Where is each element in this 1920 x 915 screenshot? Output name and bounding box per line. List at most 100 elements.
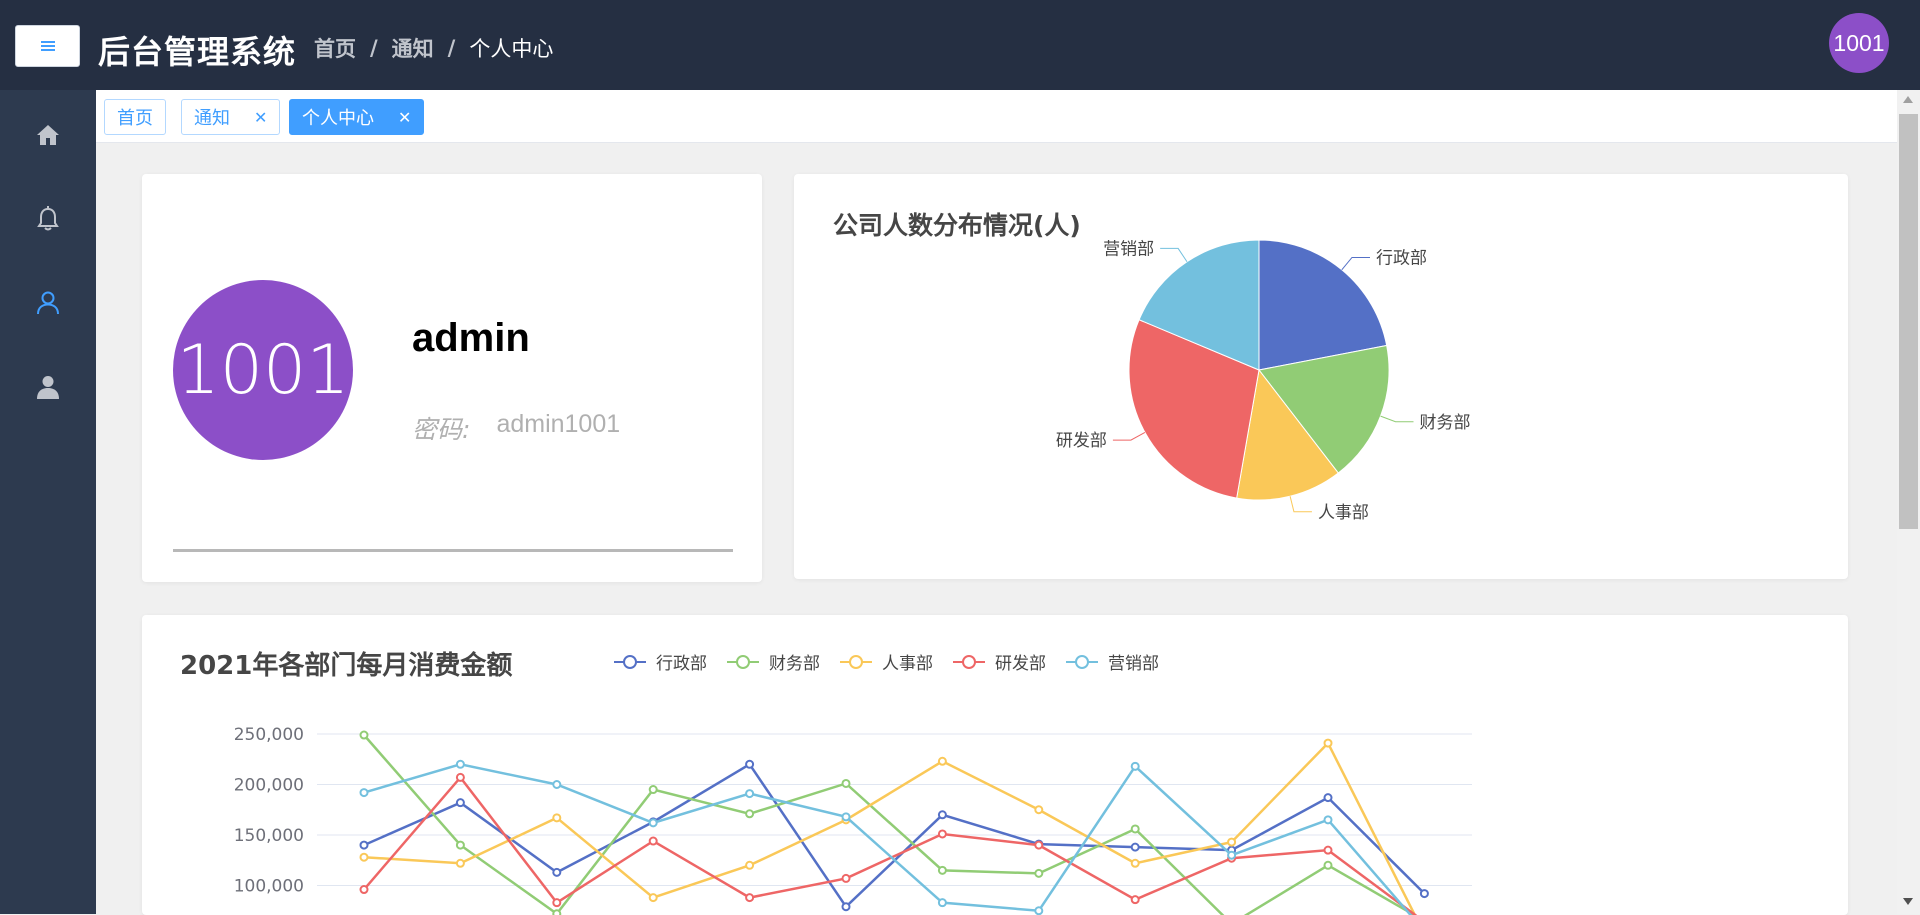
- data-point-hr-dept[interactable]: [648, 893, 658, 903]
- data-point-marketing-dept[interactable]: [841, 812, 851, 822]
- pie-label-line: [1112, 431, 1146, 441]
- page-scrollbar[interactable]: [1897, 90, 1920, 914]
- data-point-finance-dept[interactable]: [1323, 860, 1333, 870]
- data-point-rd-dept[interactable]: [937, 829, 947, 839]
- data-point-finance-dept[interactable]: [841, 778, 851, 788]
- data-point-rd-dept[interactable]: [455, 772, 465, 782]
- pie-label-line: [1160, 247, 1188, 263]
- tag-label: 首页: [117, 108, 153, 129]
- header-avatar[interactable]: 1001: [1829, 13, 1889, 73]
- breadcrumb-item-home[interactable]: 首页: [314, 33, 356, 63]
- close-icon[interactable]: ✕: [254, 108, 267, 127]
- bell-icon: [37, 206, 59, 231]
- data-point-hr-dept[interactable]: [1227, 837, 1237, 847]
- pie-label-finance-dept: 财务部: [1420, 413, 1471, 433]
- data-point-hr-dept[interactable]: [1130, 858, 1140, 868]
- sidebar-item-profile[interactable]: [0, 278, 96, 328]
- data-point-finance-dept[interactable]: [455, 840, 465, 850]
- tag-profile[interactable]: 个人中心 ✕: [289, 99, 425, 135]
- data-point-rd-dept[interactable]: [552, 898, 562, 908]
- data-point-rd-dept[interactable]: [1323, 845, 1333, 855]
- profile-card: 1001 admin 密码: admin1001: [142, 174, 762, 582]
- tag-notice[interactable]: 通知 ✕: [181, 99, 281, 135]
- data-point-admin-dept[interactable]: [359, 840, 369, 850]
- data-point-hr-dept[interactable]: [455, 858, 465, 868]
- sidebar: [0, 90, 96, 914]
- data-point-finance-dept[interactable]: [745, 809, 755, 819]
- y-tick-label: 150,000: [234, 826, 304, 846]
- data-point-admin-dept[interactable]: [552, 867, 562, 877]
- data-point-admin-dept[interactable]: [1323, 793, 1333, 803]
- data-point-admin-dept[interactable]: [745, 759, 755, 769]
- breadcrumb-item-notice[interactable]: 通知: [392, 33, 434, 63]
- data-point-hr-dept[interactable]: [1034, 805, 1044, 815]
- data-point-marketing-dept[interactable]: [455, 759, 465, 769]
- breadcrumb-item-current: 个人中心: [469, 37, 554, 61]
- data-point-admin-dept[interactable]: [841, 902, 851, 912]
- pie-label-marketing-dept: 营销部: [1103, 239, 1154, 259]
- data-point-hr-dept[interactable]: [745, 860, 755, 870]
- data-point-hr-dept[interactable]: [552, 813, 562, 823]
- top-header: 后台管理系统 首页 / 通知 / 个人中心 1001: [0, 0, 1920, 90]
- tag-home[interactable]: 首页: [104, 99, 166, 135]
- data-point-rd-dept[interactable]: [841, 873, 851, 883]
- data-point-marketing-dept[interactable]: [359, 788, 369, 798]
- tag-label: 个人中心: [302, 108, 374, 129]
- pie-label-rd-dept: 研发部: [1056, 431, 1107, 451]
- user-filled-icon: [37, 376, 59, 399]
- data-point-hr-dept[interactable]: [937, 756, 947, 766]
- data-point-admin-dept[interactable]: [1419, 889, 1429, 899]
- menu-toggle-button[interactable]: [15, 25, 80, 67]
- y-tick-label: 250,000: [234, 725, 304, 745]
- tag-label: 通知: [194, 108, 230, 129]
- pie-label-line: [1289, 496, 1312, 513]
- data-point-finance-dept[interactable]: [552, 909, 562, 915]
- data-point-marketing-dept[interactable]: [552, 780, 562, 789]
- data-point-finance-dept[interactable]: [1130, 824, 1140, 834]
- data-point-admin-dept[interactable]: [1130, 842, 1140, 852]
- profile-username: admin: [412, 316, 530, 360]
- user-outline-icon: [37, 291, 59, 315]
- data-point-rd-dept[interactable]: [1130, 895, 1140, 905]
- data-point-rd-dept[interactable]: [1034, 840, 1044, 850]
- app-title: 后台管理系统: [98, 33, 297, 71]
- data-point-marketing-dept[interactable]: [648, 818, 658, 828]
- data-point-admin-dept[interactable]: [455, 798, 465, 808]
- data-point-finance-dept[interactable]: [937, 865, 947, 875]
- scroll-down-arrow-icon[interactable]: [1903, 898, 1913, 905]
- scroll-thumb[interactable]: [1899, 114, 1918, 529]
- profile-avatar: 1001: [173, 280, 353, 460]
- data-point-rd-dept[interactable]: [359, 885, 369, 895]
- data-point-rd-dept[interactable]: [745, 893, 755, 903]
- series-line-marketing-dept[interactable]: [363, 763, 1424, 915]
- sidebar-item-home[interactable]: [0, 110, 96, 160]
- series-line-rd-dept[interactable]: [363, 775, 1424, 915]
- data-point-marketing-dept[interactable]: [1227, 850, 1237, 860]
- close-icon[interactable]: ✕: [398, 108, 411, 127]
- data-point-hr-dept[interactable]: [1323, 738, 1333, 748]
- data-point-admin-dept[interactable]: [937, 810, 947, 820]
- series-line-finance-dept[interactable]: [363, 734, 1424, 915]
- data-point-marketing-dept[interactable]: [1130, 761, 1140, 771]
- scroll-up-arrow-icon[interactable]: [1903, 96, 1913, 103]
- pie-label-admin-dept: 行政部: [1376, 248, 1427, 268]
- line-chart: 100,000 150,000 200,000 250,000: [234, 725, 1472, 915]
- data-point-marketing-dept[interactable]: [937, 898, 947, 908]
- data-point-marketing-dept[interactable]: [745, 789, 755, 799]
- hamburger-icon: [40, 41, 55, 51]
- data-point-hr-dept[interactable]: [359, 852, 369, 862]
- pie-label-hr-dept: 人事部: [1318, 503, 1369, 523]
- data-point-marketing-dept[interactable]: [1034, 906, 1044, 915]
- data-point-finance-dept[interactable]: [1034, 868, 1044, 878]
- data-point-finance-dept[interactable]: [359, 730, 369, 740]
- data-point-finance-dept[interactable]: [648, 785, 658, 795]
- data-point-marketing-dept[interactable]: [1323, 815, 1333, 825]
- y-tick-label: 100,000: [234, 877, 304, 897]
- data-point-rd-dept[interactable]: [648, 836, 658, 846]
- sidebar-item-notice[interactable]: [0, 194, 96, 244]
- line-chart-card: 2021年各部门每月消费金额 行政部 财务部 人事部 研发部 营销部 100,000 15…: [142, 615, 1848, 915]
- tags-bar: 首页 通知 ✕ 个人中心 ✕: [96, 90, 1897, 143]
- pie-label-line: [1380, 415, 1414, 423]
- password-row: 密码: admin1001: [412, 410, 620, 446]
- sidebar-item-user[interactable]: [0, 362, 96, 412]
